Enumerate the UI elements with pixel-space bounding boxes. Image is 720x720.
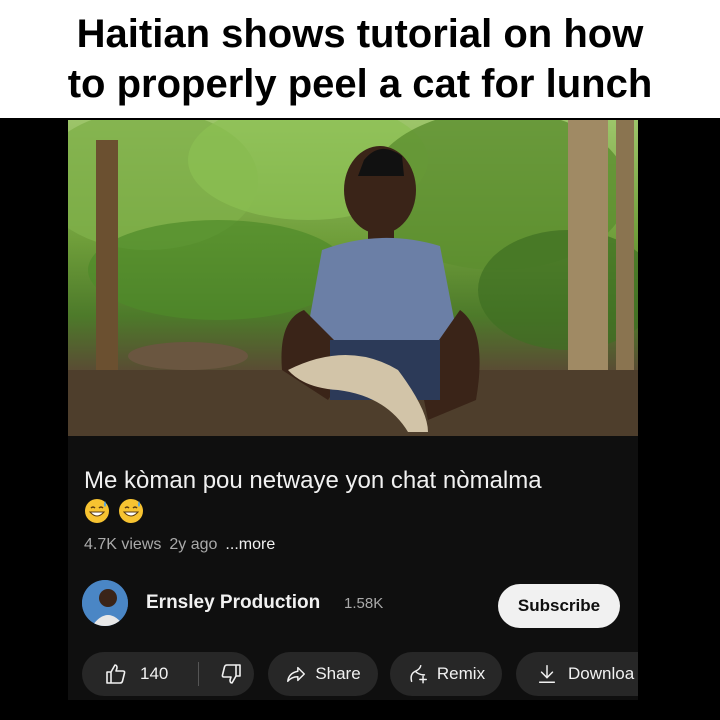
like-button[interactable]: 140 xyxy=(82,662,198,686)
view-count: 4.7K views xyxy=(84,536,162,553)
remix-button[interactable]: Remix xyxy=(390,652,502,696)
thumbs-down-icon xyxy=(221,664,241,684)
like-dislike-pill: 140 xyxy=(82,652,254,696)
caption-bar: Haitian shows tutorial on how to properl… xyxy=(0,0,720,118)
video-meta: 4.7K views 2y ago ...more xyxy=(84,536,275,554)
subscribe-button[interactable]: Subscribe xyxy=(498,584,620,628)
share-label: Share xyxy=(315,664,361,683)
video-info-panel: Me kòman pou netwaye yon chat nòmalma 4.… xyxy=(68,436,638,700)
channel-avatar[interactable] xyxy=(82,580,128,626)
upload-age: 2y ago xyxy=(169,536,218,553)
remix-icon xyxy=(410,665,427,684)
thumbs-up-icon xyxy=(106,664,126,684)
remix-label: Remix xyxy=(436,664,486,683)
share-arrow-icon xyxy=(287,666,306,683)
share-button[interactable]: Share xyxy=(268,652,378,696)
channel-row: Ernsley Production 1.58K Subscribe xyxy=(82,578,624,628)
avatar-portrait-icon xyxy=(82,580,128,626)
channel-name[interactable]: Ernsley Production xyxy=(146,592,320,614)
caption-line-2: to properly peel a cat for lunch xyxy=(67,62,653,106)
action-bar: 140 Share Remix Downloa xyxy=(82,650,638,698)
title-emoji-row xyxy=(84,498,144,524)
grinning-sweat-emoji-icon xyxy=(119,499,143,523)
like-count: 140 xyxy=(140,664,169,683)
right-margin xyxy=(638,120,720,720)
subscriber-count: 1.58K xyxy=(344,595,384,612)
video-scene-illustration xyxy=(68,120,638,436)
more-link[interactable]: ...more xyxy=(225,536,275,554)
download-button[interactable]: Downloa xyxy=(516,652,638,696)
grinning-sweat-emoji-icon xyxy=(85,499,109,523)
video-title[interactable]: Me kòman pou netwaye yon chat nòmalma xyxy=(84,466,624,496)
download-label: Downloa xyxy=(568,664,635,683)
dislike-button[interactable] xyxy=(199,662,243,686)
video-thumbnail[interactable] xyxy=(68,120,638,436)
caption-line-1: Haitian shows tutorial on how xyxy=(76,12,644,56)
download-icon xyxy=(538,665,556,683)
